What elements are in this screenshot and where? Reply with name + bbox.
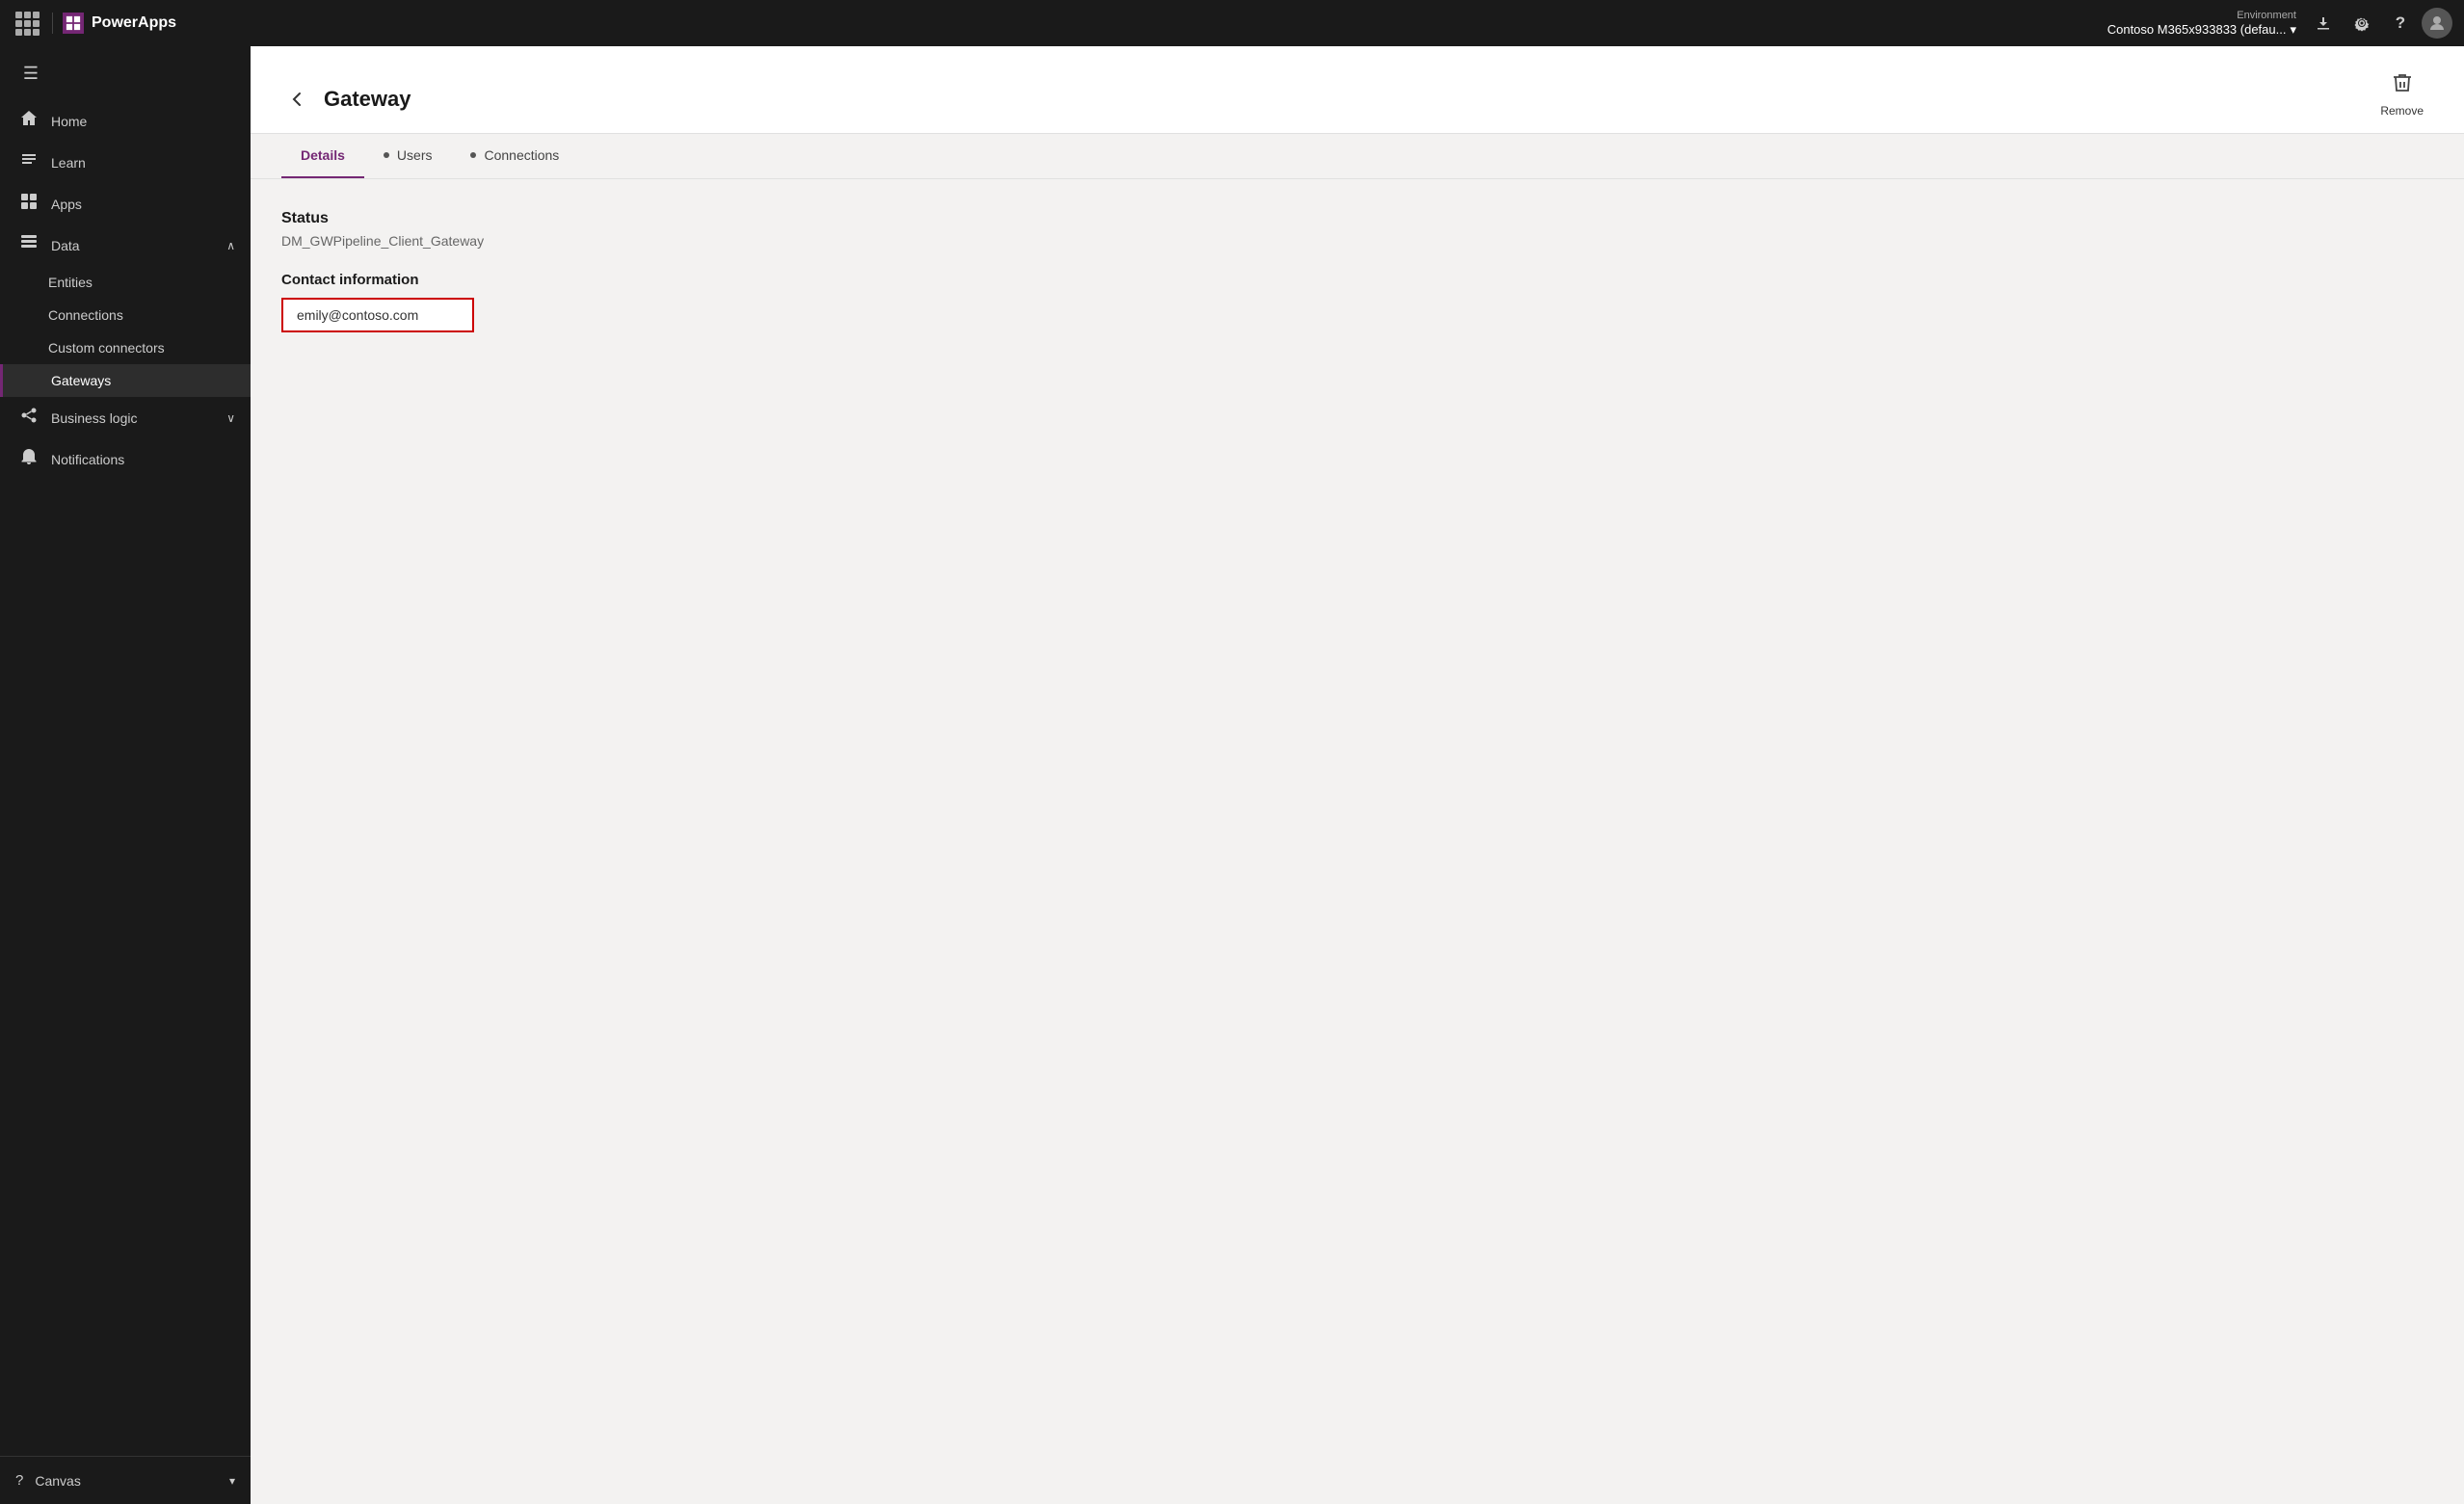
home-icon	[18, 110, 40, 132]
tab-users-label: Users	[397, 147, 433, 163]
back-button[interactable]	[281, 84, 312, 115]
status-value: DM_GWPipeline_Client_Gateway	[281, 233, 2433, 249]
environment-value: Contoso M365x933833 (defau... ▾	[2107, 22, 2296, 38]
environment-selector[interactable]: Environment Contoso M365x933833 (defau..…	[2107, 10, 2296, 38]
sidebar-sub-connections-label: Connections	[48, 307, 123, 323]
sidebar-sub-gateways[interactable]: Gateways	[0, 364, 251, 397]
sidebar-bottom-canvas-label: Canvas	[35, 1473, 80, 1489]
remove-label: Remove	[2380, 104, 2424, 118]
sidebar-item-business-logic[interactable]: Business logic ∨	[0, 397, 251, 438]
waffle-button[interactable]	[12, 8, 42, 39]
trash-icon	[2391, 71, 2414, 100]
topbar-icons: ?	[2306, 6, 2452, 40]
environment-chevron-icon: ▾	[2290, 22, 2296, 38]
sidebar-item-business-logic-label: Business logic	[51, 410, 138, 426]
tab-details-label: Details	[301, 147, 345, 163]
sidebar-item-apps-label: Apps	[51, 197, 82, 212]
apps-icon	[18, 193, 40, 215]
sidebar-item-notifications[interactable]: Notifications	[0, 438, 251, 480]
connections-dot	[470, 152, 476, 158]
tabs-bar: Details Users Connections	[251, 134, 2464, 179]
content-area: Gateway Remove Details Use	[251, 46, 2464, 1504]
data-icon	[18, 234, 40, 256]
sidebar-bottom: ? Canvas ▾	[0, 1456, 251, 1496]
page-header-left: Gateway	[281, 84, 411, 115]
sidebar: ☰ Home Learn Apps Data ∧	[0, 46, 251, 1504]
sidebar-item-home[interactable]: Home	[0, 100, 251, 142]
contact-email-input[interactable]	[281, 298, 474, 332]
sidebar-bottom-canvas[interactable]: ? Canvas ▾	[0, 1464, 251, 1496]
sidebar-sub-connections[interactable]: Connections	[0, 299, 251, 331]
canvas-chevron-icon: ▾	[229, 1474, 235, 1488]
help-button[interactable]: ?	[2383, 6, 2418, 40]
tab-connections-label: Connections	[484, 147, 559, 163]
business-logic-chevron-icon: ∨	[226, 411, 235, 425]
sidebar-toggle[interactable]: ☰	[12, 54, 50, 92]
sidebar-item-apps[interactable]: Apps	[0, 183, 251, 224]
learn-icon	[18, 151, 40, 173]
tab-details[interactable]: Details	[281, 134, 364, 178]
environment-label: Environment	[2237, 10, 2296, 21]
sidebar-item-notifications-label: Notifications	[51, 452, 124, 467]
content-body: Status DM_GWPipeline_Client_Gateway Cont…	[251, 179, 2464, 1504]
contact-info-label: Contact information	[281, 272, 2433, 288]
sidebar-item-learn[interactable]: Learn	[0, 142, 251, 183]
sidebar-sub-entities[interactable]: Entities	[0, 266, 251, 299]
tab-users[interactable]: Users	[364, 134, 452, 178]
remove-button[interactable]: Remove	[2371, 66, 2433, 123]
sidebar-sub-entities-label: Entities	[48, 275, 93, 290]
user-avatar[interactable]	[2422, 8, 2452, 39]
download-button[interactable]	[2306, 6, 2341, 40]
data-chevron-icon: ∧	[226, 239, 235, 252]
topbar: PowerApps Environment Contoso M365x93383…	[0, 0, 2464, 46]
notifications-icon	[18, 448, 40, 470]
sidebar-item-data[interactable]: Data ∧	[0, 224, 251, 266]
sidebar-sub-custom-connectors-label: Custom connectors	[48, 340, 165, 356]
business-logic-icon	[18, 407, 40, 429]
canvas-icon: ?	[15, 1472, 23, 1489]
sidebar-item-data-label: Data	[51, 238, 80, 253]
sidebar-sub-custom-connectors[interactable]: Custom connectors	[0, 331, 251, 364]
page-header: Gateway Remove	[251, 46, 2464, 134]
page-header-actions: Remove	[2371, 66, 2433, 133]
status-label: Status	[281, 210, 2433, 227]
sidebar-item-learn-label: Learn	[51, 155, 86, 171]
powerapps-logo-icon	[63, 13, 84, 34]
sidebar-sub-gateways-label: Gateways	[51, 373, 111, 388]
page-title: Gateway	[324, 87, 411, 112]
tab-connections[interactable]: Connections	[451, 134, 578, 178]
app-name: PowerApps	[92, 14, 176, 32]
app-logo: PowerApps	[52, 13, 186, 34]
users-dot	[384, 152, 389, 158]
sidebar-item-home-label: Home	[51, 114, 87, 129]
settings-button[interactable]	[2345, 6, 2379, 40]
